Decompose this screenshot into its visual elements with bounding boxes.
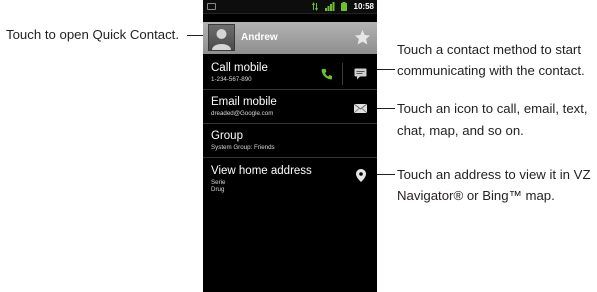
message-icon[interactable]	[354, 68, 367, 80]
list-item-home-address[interactable]: View home address Serie Drug	[203, 160, 377, 200]
row-subtitle: dreaded@Google.com	[211, 110, 274, 117]
contact-name: Andrew	[241, 32, 278, 43]
callout-contact-method-line1: Touch a contact method to start	[397, 42, 581, 57]
callout-quick-contact: Touch to open Quick Contact.	[6, 27, 180, 42]
notification-icon	[207, 3, 216, 10]
contact-header[interactable]: Andrew	[203, 22, 377, 54]
row-subtitle: Serie	[211, 179, 226, 186]
person-silhouette-icon	[212, 29, 231, 50]
map-pin-icon[interactable]	[356, 169, 366, 182]
contact-avatar[interactable]	[208, 24, 235, 51]
row-subtitle: System Group: Friends	[211, 144, 275, 151]
row-title: Group	[211, 130, 243, 142]
status-time: 10:58	[353, 2, 374, 11]
callout-contact-method-line2: communicating with the contact.	[397, 63, 585, 78]
phone-screen: 10:58 Andrew Call mobile 1-234-567-890 E…	[203, 0, 377, 292]
list-item-email-mobile[interactable]: Email mobile dreaded@Google.com	[203, 91, 377, 124]
row-title: View home address	[211, 165, 312, 177]
callout-address-line1: Touch an address to view it in VZ	[397, 167, 591, 182]
email-icon[interactable]	[354, 104, 367, 113]
callout-address-line2: Navigator® or Bing™ map.	[397, 188, 555, 203]
row-title: Email mobile	[211, 96, 277, 108]
callout-icon-line1: Touch an icon to call, email, text,	[397, 101, 588, 116]
status-bar: 10:58	[203, 0, 377, 14]
row-title: Call mobile	[211, 62, 268, 74]
callout-icon-line2: chat, map, and so on.	[397, 123, 524, 138]
list-item-group[interactable]: Group System Group: Friends	[203, 125, 377, 158]
row-subtitle-line2: Drug	[211, 186, 225, 193]
data-arrows-icon	[312, 2, 319, 11]
status-icons	[310, 2, 347, 11]
signal-icon	[324, 2, 335, 11]
star-icon[interactable]	[354, 29, 371, 46]
battery-icon	[341, 2, 347, 11]
phone-icon[interactable]	[321, 68, 333, 80]
row-divider	[342, 63, 343, 85]
row-subtitle: 1-234-567-890	[211, 76, 252, 83]
list-item-call-mobile[interactable]: Call mobile 1-234-567-890	[203, 57, 377, 90]
